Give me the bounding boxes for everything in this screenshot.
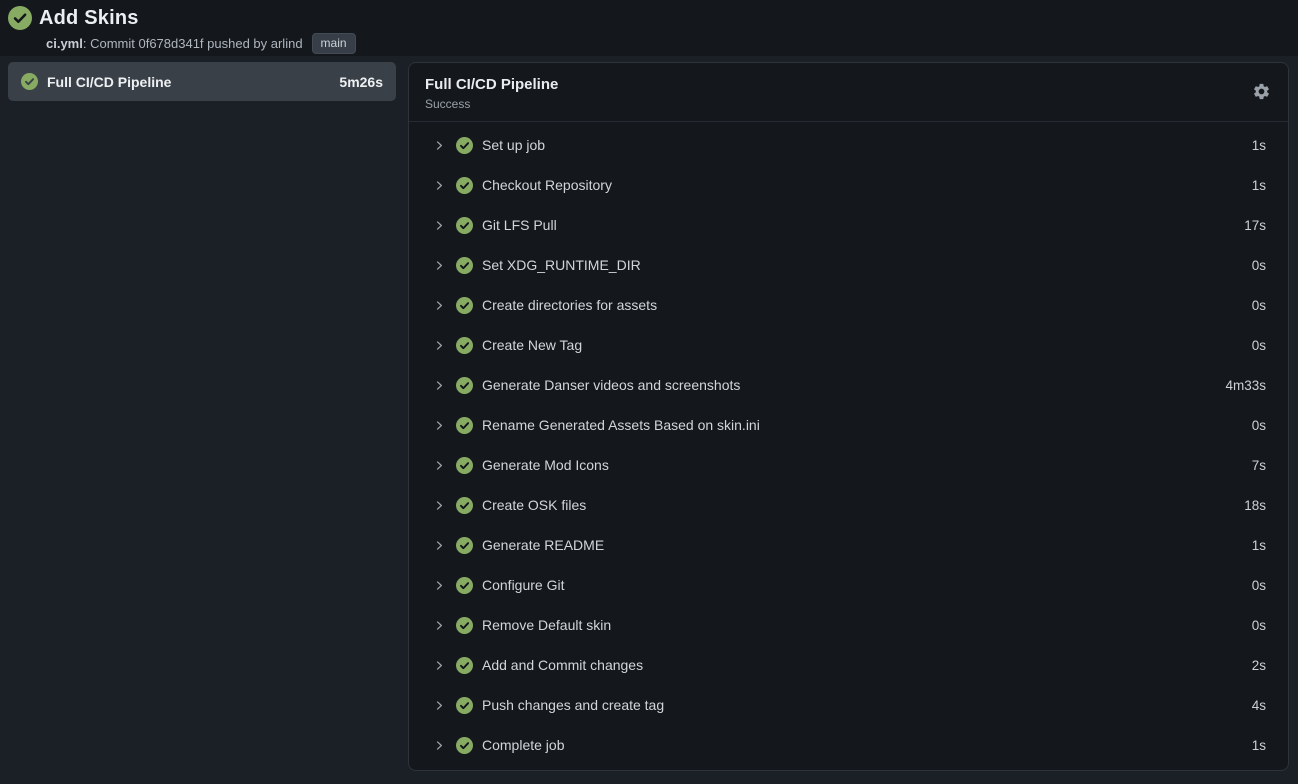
job-duration: 5m26s	[339, 74, 383, 90]
step-duration: 1s	[1240, 138, 1266, 153]
step-row[interactable]: Generate Mod Icons 7s	[433, 445, 1266, 485]
run-title: Add Skins	[39, 7, 139, 30]
job-title: Full CI/CD Pipeline	[425, 76, 1270, 93]
check-circle-icon	[456, 617, 473, 634]
step-row[interactable]: Rename Generated Assets Based on skin.in…	[433, 405, 1266, 445]
step-row[interactable]: Checkout Repository 1s	[433, 165, 1266, 205]
step-name: Generate Mod Icons	[482, 457, 1240, 473]
chevron-right-icon[interactable]	[433, 739, 446, 752]
step-row[interactable]: Remove Default skin 0s	[433, 605, 1266, 645]
step-row[interactable]: Git LFS Pull 17s	[433, 205, 1266, 245]
check-circle-icon	[456, 137, 473, 154]
job-detail-header: Full CI/CD Pipeline Success	[409, 63, 1288, 122]
step-duration: 0s	[1240, 338, 1266, 353]
check-circle-icon	[456, 577, 473, 594]
step-row[interactable]: Push changes and create tag 4s	[433, 685, 1266, 725]
chevron-right-icon[interactable]	[433, 499, 446, 512]
step-name: Complete job	[482, 737, 1240, 753]
step-row[interactable]: Create directories for assets 0s	[433, 285, 1266, 325]
step-row[interactable]: Configure Git 0s	[433, 565, 1266, 605]
check-circle-icon	[456, 257, 473, 274]
chevron-right-icon[interactable]	[433, 339, 446, 352]
check-circle-icon	[456, 217, 473, 234]
run-subtitle: ci.yml: Commit 0f678d341f pushed by arli…	[46, 33, 1288, 54]
check-circle-icon	[456, 177, 473, 194]
chevron-right-icon[interactable]	[433, 259, 446, 272]
check-circle-icon	[456, 457, 473, 474]
commit-text: : Commit 0f678d341f pushed by arlind	[83, 36, 303, 51]
chevron-right-icon[interactable]	[433, 179, 446, 192]
step-name: Generate README	[482, 537, 1240, 553]
chevron-right-icon[interactable]	[433, 379, 446, 392]
check-circle-icon	[456, 377, 473, 394]
step-duration: 0s	[1240, 578, 1266, 593]
step-name: Configure Git	[482, 577, 1240, 593]
step-name: Set up job	[482, 137, 1240, 153]
step-row[interactable]: Create New Tag 0s	[433, 325, 1266, 365]
steps-list: Set up job 1s Checkout Repository 1s	[409, 122, 1288, 771]
step-duration: 1s	[1240, 738, 1266, 753]
step-row[interactable]: Generate README 1s	[433, 525, 1266, 565]
step-duration: 17s	[1232, 218, 1266, 233]
check-circle-icon	[456, 417, 473, 434]
chevron-right-icon[interactable]	[433, 539, 446, 552]
check-circle-icon	[456, 537, 473, 554]
check-circle-icon	[456, 737, 473, 754]
workflow-file: ci.yml	[46, 36, 83, 51]
step-name: Git LFS Pull	[482, 217, 1232, 233]
step-duration: 2s	[1240, 658, 1266, 673]
chevron-right-icon[interactable]	[433, 299, 446, 312]
check-circle-icon	[456, 697, 473, 714]
check-circle-icon	[456, 497, 473, 514]
chevron-right-icon[interactable]	[433, 579, 446, 592]
step-duration: 1s	[1240, 538, 1266, 553]
job-status: Success	[425, 97, 1270, 111]
step-name: Push changes and create tag	[482, 697, 1240, 713]
step-duration: 0s	[1240, 258, 1266, 273]
chevron-right-icon[interactable]	[433, 459, 446, 472]
check-circle-icon	[21, 73, 38, 90]
chevron-right-icon[interactable]	[433, 139, 446, 152]
job-name: Full CI/CD Pipeline	[47, 74, 339, 90]
chevron-right-icon[interactable]	[433, 419, 446, 432]
chevron-right-icon[interactable]	[433, 219, 446, 232]
chevron-right-icon[interactable]	[433, 619, 446, 632]
gear-icon[interactable]	[1250, 80, 1272, 102]
job-detail-panel: Full CI/CD Pipeline Success Set up job 1…	[408, 62, 1289, 771]
check-circle-icon	[456, 337, 473, 354]
step-name: Create New Tag	[482, 337, 1240, 353]
step-duration: 7s	[1240, 458, 1266, 473]
step-name: Checkout Repository	[482, 177, 1240, 193]
step-duration: 18s	[1232, 498, 1266, 513]
step-row[interactable]: Add and Commit changes 2s	[433, 645, 1266, 685]
branch-badge[interactable]: main	[312, 33, 356, 54]
step-duration: 4s	[1240, 698, 1266, 713]
step-duration: 0s	[1240, 298, 1266, 313]
step-row[interactable]: Set XDG_RUNTIME_DIR 0s	[433, 245, 1266, 285]
step-name: Create directories for assets	[482, 297, 1240, 313]
chevron-right-icon[interactable]	[433, 659, 446, 672]
step-name: Create OSK files	[482, 497, 1232, 513]
step-row[interactable]: Generate Danser videos and screenshots 4…	[433, 365, 1266, 405]
step-duration: 0s	[1240, 418, 1266, 433]
step-duration: 1s	[1240, 178, 1266, 193]
step-name: Set XDG_RUNTIME_DIR	[482, 257, 1240, 273]
run-header: Add Skins ci.yml: Commit 0f678d341f push…	[0, 0, 1298, 56]
step-duration: 0s	[1240, 618, 1266, 633]
check-circle-icon	[456, 297, 473, 314]
step-name: Add and Commit changes	[482, 657, 1240, 673]
step-duration: 4m33s	[1213, 378, 1266, 393]
step-name: Generate Danser videos and screenshots	[482, 377, 1213, 393]
check-circle-icon	[456, 657, 473, 674]
step-row[interactable]: Create OSK files 18s	[433, 485, 1266, 525]
step-name: Rename Generated Assets Based on skin.in…	[482, 417, 1240, 433]
sidebar-job-item[interactable]: Full CI/CD Pipeline 5m26s	[8, 62, 396, 101]
step-name: Remove Default skin	[482, 617, 1240, 633]
step-row[interactable]: Set up job 1s	[433, 125, 1266, 165]
check-circle-icon	[8, 6, 32, 30]
step-row[interactable]: Complete job 1s	[433, 725, 1266, 765]
chevron-right-icon[interactable]	[433, 699, 446, 712]
